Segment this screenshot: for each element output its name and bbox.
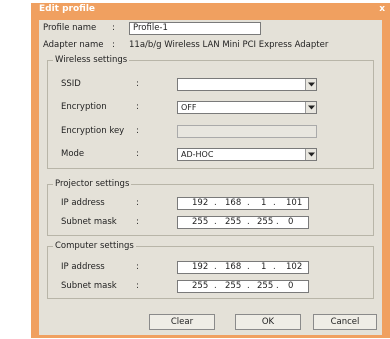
ip-dot: . <box>214 281 217 291</box>
projector-ip-input[interactable]: 192 . 168 . 1 . 101 <box>177 197 309 210</box>
mask-octet: 0 <box>288 281 294 291</box>
encryption-select[interactable]: OFF <box>177 101 317 114</box>
ip-octet: 1 <box>261 262 267 272</box>
chevron-down-icon[interactable] <box>305 79 316 90</box>
encryption-colon: : <box>136 102 139 112</box>
encryption-value: OFF <box>181 103 197 112</box>
computer-ip-colon: : <box>136 262 139 272</box>
ip-octet: 192 <box>192 262 209 272</box>
mask-octet: 255 <box>257 217 274 227</box>
computer-settings-group: Computer settings IP address : 192 . 168… <box>47 241 374 299</box>
mode-colon: : <box>136 149 139 159</box>
computer-ip-input[interactable]: 192 . 168 . 1 . 102 <box>177 261 309 274</box>
chevron-down-icon[interactable] <box>305 149 316 160</box>
ok-button[interactable]: OK <box>235 314 301 330</box>
profile-name-colon: : <box>112 23 115 33</box>
ssid-select[interactable] <box>177 78 317 91</box>
computer-mask-label: Subnet mask <box>61 281 117 291</box>
computer-mask-colon: : <box>136 281 139 291</box>
ip-dot: . <box>247 281 250 291</box>
profile-name-label: Profile name <box>43 23 97 33</box>
adapter-name-value: 11a/b/g Wireless LAN Mini PCI Express Ad… <box>129 40 329 50</box>
ip-octet: 168 <box>225 198 242 208</box>
mode-select[interactable]: AD-HOC <box>177 148 317 161</box>
mask-octet: 255 <box>225 281 242 291</box>
ip-dot: . <box>247 262 250 272</box>
ip-dot: . <box>247 198 250 208</box>
ip-dot: . <box>273 198 276 208</box>
wireless-settings-title: Wireless settings <box>53 55 130 66</box>
computer-settings-title: Computer settings <box>53 241 136 252</box>
ip-dot: . <box>276 217 279 227</box>
ssid-colon: : <box>136 79 139 89</box>
clear-button[interactable]: Clear <box>149 314 215 330</box>
ip-dot: . <box>214 198 217 208</box>
mask-octet: 255 <box>225 217 242 227</box>
mask-octet: 255 <box>192 217 209 227</box>
encryption-key-colon: : <box>136 126 139 136</box>
ip-octet: 192 <box>192 198 209 208</box>
ip-dot: . <box>214 217 217 227</box>
computer-ip-label: IP address <box>61 262 105 272</box>
mask-octet: 0 <box>288 217 294 227</box>
ssid-label: SSID <box>61 79 81 89</box>
encryption-label: Encryption <box>61 102 107 112</box>
ip-octet: 101 <box>286 198 303 208</box>
computer-mask-input[interactable]: 255 . 255 . 255 . 0 <box>177 280 309 293</box>
close-icon[interactable]: x <box>379 3 385 16</box>
ip-octet: 102 <box>286 262 303 272</box>
encryption-key-input[interactable] <box>177 125 317 138</box>
projector-ip-colon: : <box>136 198 139 208</box>
projector-mask-label: Subnet mask <box>61 217 117 227</box>
ip-octet: 168 <box>225 262 242 272</box>
projector-mask-input[interactable]: 255 . 255 . 255 . 0 <box>177 216 309 229</box>
mask-octet: 255 <box>192 281 209 291</box>
cancel-button[interactable]: Cancel <box>313 314 377 330</box>
wireless-settings-group: Wireless settings SSID : Encryption : OF… <box>47 55 374 169</box>
dialog-body: Profile name : Profile-1 Adapter name : … <box>39 20 382 335</box>
ip-octet: 1 <box>261 198 267 208</box>
adapter-name-colon: : <box>112 40 115 50</box>
ip-dot: . <box>214 262 217 272</box>
projector-settings-group: Projector settings IP address : 192 . 16… <box>47 179 374 236</box>
profile-name-input[interactable]: Profile-1 <box>129 22 261 35</box>
mode-label: Mode <box>61 149 85 159</box>
projector-settings-title: Projector settings <box>53 179 132 190</box>
edit-profile-dialog: Edit profile x Profile name : Profile-1 … <box>31 3 390 338</box>
projector-ip-label: IP address <box>61 198 105 208</box>
ip-dot: . <box>247 217 250 227</box>
mode-value: AD-HOC <box>181 150 214 159</box>
projector-mask-colon: : <box>136 217 139 227</box>
chevron-down-icon[interactable] <box>305 102 316 113</box>
dialog-title: Edit profile <box>39 4 96 14</box>
ip-dot: . <box>276 281 279 291</box>
mask-octet: 255 <box>257 281 274 291</box>
encryption-key-label: Encryption key <box>61 126 125 136</box>
ip-dot: . <box>273 262 276 272</box>
adapter-name-label: Adapter name <box>43 40 104 50</box>
